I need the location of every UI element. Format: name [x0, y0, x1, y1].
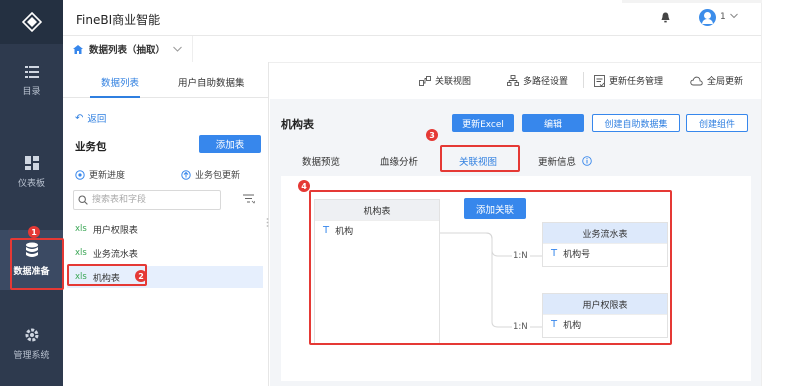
sidebar-item-directory[interactable]: 目录 — [0, 66, 63, 97]
global-update-label: 全局更新 — [707, 77, 744, 87]
list-item[interactable]: xls 业务流水表 — [67, 242, 263, 264]
annotation-box — [440, 145, 520, 172]
tab-self-service-dataset[interactable]: 用户自助数据集 — [178, 75, 245, 89]
app-title: FineBI商业智能 — [76, 13, 161, 27]
tab-data-preview[interactable]: 数据预览 — [302, 154, 340, 168]
multi-path-button[interactable]: 多路径设置 — [507, 74, 568, 87]
chevron-down-icon[interactable] — [730, 13, 738, 19]
active-tab-indicator — [90, 96, 140, 98]
filter-icon[interactable] — [243, 194, 255, 204]
update-task-label: 更新任务管理 — [609, 77, 664, 87]
tab-data-list[interactable]: 数据列表 — [101, 75, 139, 89]
annotation-number: 2 — [135, 270, 147, 282]
upload-icon — [181, 169, 191, 180]
left-tabs: 数据列表 用户自助数据集 — [63, 62, 269, 98]
page-margin — [622, 0, 797, 386]
annotation-number: 4 — [298, 180, 310, 192]
top-header: FineBI商业智能 1 — [63, 0, 761, 36]
update-package-label: 业务包更新 — [195, 171, 241, 181]
sidebar: 目录 仪表板 数据准备 管理系统 — [0, 0, 63, 386]
task-icon — [594, 74, 605, 87]
table-name: 用户权限表 — [92, 225, 138, 236]
annotation-number: 1 — [28, 226, 40, 238]
hierarchy-icon — [507, 75, 519, 86]
update-progress-label: 更新进度 — [89, 171, 126, 181]
relation-view-label: 关联视图 — [435, 77, 472, 87]
sidebar-item-admin[interactable]: 管理系统 — [0, 328, 63, 361]
tab-lineage[interactable]: 血缘分析 — [380, 154, 418, 168]
sidebar-item-dashboard[interactable]: 仪表板 — [0, 156, 63, 189]
back-arrow-icon: ↶ — [75, 112, 84, 124]
search-placeholder: 搜索表和字段 — [92, 195, 147, 205]
sidebar-label-dashboard: 仪表板 — [17, 179, 45, 189]
divider — [583, 72, 584, 88]
progress-icon — [75, 169, 85, 180]
update-progress-link[interactable]: 更新进度 — [75, 168, 125, 181]
back-label: 返回 — [87, 114, 107, 125]
app-logo[interactable] — [0, 0, 63, 44]
list-item[interactable]: xls 用户权限表 — [67, 218, 263, 240]
drag-handle-icon[interactable] — [266, 218, 269, 227]
xls-icon: xls — [75, 248, 87, 258]
annotation-number: 3 — [426, 129, 438, 141]
tab-update-info[interactable]: 更新信息 — [538, 154, 592, 168]
multi-path-label: 多路径设置 — [523, 77, 569, 87]
xls-icon: xls — [75, 224, 87, 234]
home-icon — [73, 44, 83, 54]
left-panel: 数据列表 用户自助数据集 ↶ 返回 业务包 添加表 更新进度 业务包更新 搜索表… — [63, 62, 269, 386]
relation-view-button[interactable]: 关联视图 — [419, 74, 471, 87]
create-component-button[interactable]: 创建组件 — [686, 114, 748, 132]
tab-update-info-label: 更新信息 — [538, 157, 577, 168]
sidebar-label-directory: 目录 — [22, 87, 41, 97]
page-tab-label: 数据列表（抽取） — [89, 45, 166, 56]
relation-icon — [419, 75, 431, 86]
annotation-box — [10, 238, 64, 290]
dashboard-icon — [24, 156, 39, 170]
user-count: 1 — [720, 12, 726, 22]
page-title: 机构表 — [281, 118, 314, 131]
chevron-down-icon[interactable] — [173, 46, 182, 52]
sidebar-label-admin: 管理系统 — [13, 351, 50, 361]
edit-button[interactable]: 编辑 — [522, 114, 584, 132]
annotation-box — [309, 190, 672, 345]
section-title: 业务包 — [75, 141, 107, 153]
add-table-button[interactable]: 添加表 — [199, 135, 261, 153]
page-tab-data-list[interactable]: 数据列表（抽取） — [63, 36, 193, 62]
cloud-sync-icon — [690, 76, 703, 85]
bell-icon[interactable] — [661, 12, 670, 23]
avatar[interactable] — [699, 9, 716, 26]
update-task-button[interactable]: 更新任务管理 — [594, 74, 663, 87]
search-icon — [78, 195, 88, 205]
info-icon[interactable] — [582, 156, 592, 166]
create-dataset-button[interactable]: 创建自助数据集 — [592, 114, 680, 132]
finebi-logo-icon — [21, 12, 42, 32]
table-name: 业务流水表 — [92, 249, 138, 260]
list-icon — [24, 66, 39, 78]
update-package-link[interactable]: 业务包更新 — [181, 168, 240, 181]
search-input[interactable]: 搜索表和字段 — [73, 190, 221, 210]
back-link[interactable]: ↶ 返回 — [75, 111, 107, 126]
update-excel-button[interactable]: 更新Excel — [452, 114, 514, 132]
gear-icon — [25, 328, 38, 342]
global-update-button[interactable]: 全局更新 — [690, 74, 743, 87]
